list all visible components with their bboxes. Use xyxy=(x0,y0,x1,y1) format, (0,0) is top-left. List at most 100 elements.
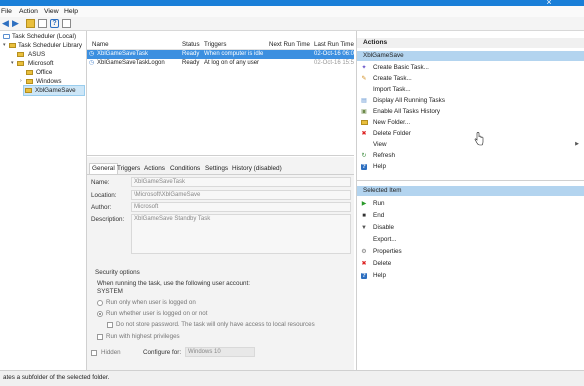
folder-up-icon[interactable] xyxy=(26,19,35,28)
view-action[interactable]: View ▶ xyxy=(357,139,584,150)
run-highest-privileges-checkbox[interactable] xyxy=(97,334,103,340)
run-action[interactable]: ▶ Run xyxy=(357,198,584,209)
column-header-name[interactable]: Name xyxy=(92,41,109,49)
action-label: Import Task... xyxy=(373,86,411,93)
location-field[interactable]: \Microsoft\XblGameSave xyxy=(131,190,351,200)
hidden-label: Hidden xyxy=(101,349,121,356)
configure-for-select[interactable]: Windows 10 xyxy=(185,347,255,357)
tree-item-label: Task Scheduler Library xyxy=(18,42,83,49)
help-icon: ? xyxy=(361,164,367,170)
run-icon: ▶ xyxy=(361,201,367,207)
tab-settings[interactable]: Settings xyxy=(205,164,228,174)
show-hide-tree-icon[interactable] xyxy=(38,19,47,28)
task-list-header: Name Status Triggers Next Run Time Last … xyxy=(87,39,354,50)
clock-icon: ◷ xyxy=(89,60,95,66)
action-label: New Folder... xyxy=(373,119,411,126)
status-bar: ates a subfolder of the selected folder. xyxy=(0,370,584,386)
name-label: Name: xyxy=(91,179,110,186)
task-details-pane: General Triggers Actions Conditions Sett… xyxy=(87,157,354,370)
action-label: Help xyxy=(373,163,386,170)
menu-file[interactable]: File xyxy=(1,7,12,16)
properties-action[interactable]: ⚙ Properties xyxy=(357,246,584,257)
tree-item-xblgamesave[interactable]: XblGameSave xyxy=(23,85,85,96)
properties-icon: ⚙ xyxy=(361,249,367,255)
refresh-icon: ↻ xyxy=(361,153,367,159)
import-task-action[interactable]: Import Task... xyxy=(357,84,584,95)
tab-general[interactable]: General xyxy=(89,163,118,174)
help-icon: ? xyxy=(361,273,367,279)
column-header-status[interactable]: Status xyxy=(182,41,200,49)
tab-history[interactable]: History (disabled) xyxy=(232,164,282,174)
folder-icon xyxy=(361,120,368,125)
run-only-logged-on-label: Run only when user is logged on xyxy=(106,299,196,306)
create-task-action[interactable]: ✎ Create Task... xyxy=(357,73,584,84)
status-text: ates a subfolder of the selected folder. xyxy=(3,374,110,381)
tree-item-windows[interactable]: › Windows xyxy=(1,77,85,86)
help-action[interactable]: ? Help xyxy=(357,270,584,281)
action-label: Export... xyxy=(373,236,397,243)
tab-actions[interactable]: Actions xyxy=(144,164,165,174)
end-action[interactable]: ■ End xyxy=(357,210,584,221)
delete-action[interactable]: ✖ Delete xyxy=(357,258,584,269)
tree-item-task-scheduler-local[interactable]: Task Scheduler (Local) xyxy=(1,32,85,41)
tree-item-microsoft[interactable]: ▾ Microsoft xyxy=(1,59,85,68)
tree-item-label: Microsoft xyxy=(28,60,54,67)
user-account-value: SYSTEM xyxy=(97,288,123,295)
tree-item-asus[interactable]: ASUS xyxy=(1,50,85,59)
task-status: Ready xyxy=(182,60,200,66)
tab-conditions[interactable]: Conditions xyxy=(170,164,200,174)
enable-tasks-history-action[interactable]: ▣ Enable All Tasks History xyxy=(357,106,584,117)
export-action[interactable]: Export... xyxy=(357,234,584,245)
tree-item-office[interactable]: Office xyxy=(1,68,85,77)
disable-action[interactable]: ▼ Disable xyxy=(357,222,584,233)
column-header-last-run-time[interactable]: Last Run Time xyxy=(314,41,354,49)
actions-section-folder[interactable]: XblGameSave xyxy=(357,51,584,61)
menu-help[interactable]: Help xyxy=(64,7,78,16)
column-header-triggers[interactable]: Triggers xyxy=(204,41,226,49)
action-label: Run xyxy=(373,200,385,207)
actions-section-selected-item[interactable]: Selected Item xyxy=(357,186,584,196)
name-field[interactable]: XblGameSaveTask xyxy=(131,177,351,187)
action-label: End xyxy=(373,212,385,219)
folder-icon xyxy=(26,70,33,75)
tab-triggers[interactable]: Triggers xyxy=(117,164,140,174)
run-only-logged-on-radio[interactable] xyxy=(97,300,103,306)
task-name: XblGameSaveTaskLogon xyxy=(97,60,165,66)
security-account-text: When running the task, use the following… xyxy=(97,280,250,287)
show-hide-action-pane-icon[interactable] xyxy=(62,19,71,28)
create-basic-task-action[interactable]: ✦ Create Basic Task... xyxy=(357,62,584,73)
folder-icon xyxy=(9,43,16,48)
description-field[interactable]: XblGameSave Standby Task xyxy=(131,214,351,254)
back-arrow-icon[interactable]: ◀ xyxy=(1,19,10,28)
list-icon: ▤ xyxy=(361,98,367,104)
task-triggers: At log on of any user xyxy=(204,60,260,66)
menu-action[interactable]: Action xyxy=(19,7,38,16)
action-label: Refresh xyxy=(373,152,396,159)
divider xyxy=(357,180,584,181)
table-row[interactable]: ◷ XblGameSaveTask Ready When computer is… xyxy=(87,50,354,59)
author-field[interactable]: Microsoft xyxy=(131,202,351,212)
table-row[interactable]: ◷ XblGameSaveTaskLogon Ready At log on o… xyxy=(87,59,354,68)
column-header-next-run-time[interactable]: Next Run Time xyxy=(269,41,310,49)
menu-view[interactable]: View xyxy=(44,7,59,16)
task-last-run: 02-Oct-16 06:0 xyxy=(314,51,354,57)
help-action[interactable]: ? Help xyxy=(357,161,584,172)
folder-icon xyxy=(17,61,24,66)
action-label: Properties xyxy=(373,248,402,255)
action-label: Create Basic Task... xyxy=(373,64,429,71)
folder-icon xyxy=(25,88,32,93)
tree-item-task-scheduler-library[interactable]: ▾ Task Scheduler Library xyxy=(1,41,85,50)
forward-arrow-icon[interactable]: ▶ xyxy=(11,19,20,28)
display-running-tasks-action[interactable]: ▤ Display All Running Tasks xyxy=(357,95,584,106)
do-not-store-password-checkbox[interactable] xyxy=(107,322,113,328)
refresh-action[interactable]: ↻ Refresh xyxy=(357,150,584,161)
run-whether-logged-on-radio[interactable] xyxy=(97,311,103,317)
new-folder-action[interactable]: New Folder... xyxy=(357,117,584,128)
end-icon: ■ xyxy=(362,213,366,219)
help-icon[interactable]: ? xyxy=(50,19,59,28)
delete-folder-action[interactable]: ✖ Delete Folder xyxy=(357,128,584,139)
task-last-run: 02-Oct-16 15:5 xyxy=(314,60,354,66)
details-tab-bar: General Triggers Actions Conditions Sett… xyxy=(87,162,354,175)
tree-item-label: XblGameSave xyxy=(35,87,76,94)
hidden-checkbox[interactable] xyxy=(91,350,97,356)
